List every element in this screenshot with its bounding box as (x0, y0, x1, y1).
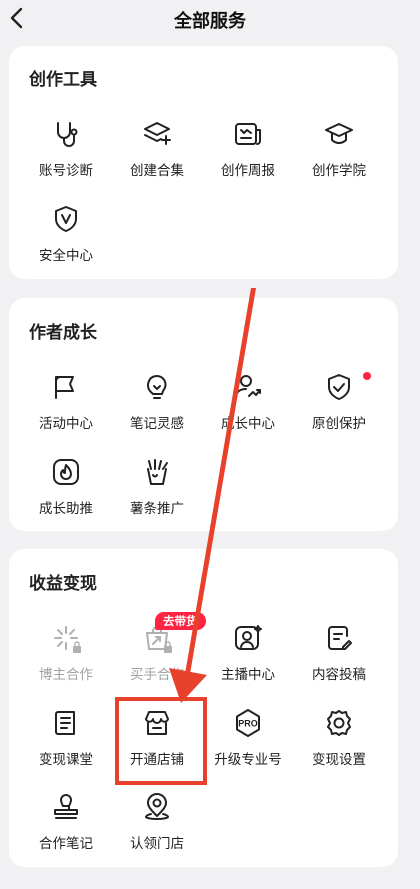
stack-add-icon (142, 119, 172, 149)
service-original-protection[interactable]: 原创保护 (291, 372, 387, 452)
shield-check-icon (324, 372, 354, 402)
doc-edit-icon (324, 623, 354, 653)
service-anchor-center[interactable]: 主播中心 (200, 623, 296, 703)
section-title: 收益变现 (29, 574, 97, 594)
gear-icon (324, 708, 354, 738)
service-creation-academy[interactable]: 创作学院 (291, 119, 387, 199)
service-account-diagnosis[interactable]: 账号诊断 (18, 119, 114, 199)
section-title: 创作工具 (29, 70, 97, 90)
service-content-submission[interactable]: 内容投稿 (291, 623, 387, 703)
lock-icon (164, 641, 172, 653)
service-create-collection[interactable]: 创建合集 (109, 119, 205, 199)
service-growth-boost[interactable]: 成长助推 (18, 457, 114, 537)
promo-badge: 去带货 (155, 612, 206, 630)
service-cooperation-notes[interactable]: 合作笔记 (18, 792, 114, 872)
stethoscope-icon (51, 119, 81, 149)
report-icon (233, 119, 263, 149)
storefront-icon (142, 708, 172, 738)
graduation-cap-icon (324, 119, 354, 149)
lock-icon (73, 641, 81, 653)
section-monetization: 收益变现 博主合作 去带货 买手合作 主播中心 内容投稿 变现课堂 开通店铺 P… (9, 549, 398, 867)
svg-text:PRO: PRO (238, 719, 258, 729)
fries-icon (142, 457, 172, 487)
top-bar: 全部服务 (0, 0, 420, 40)
service-note-inspiration[interactable]: 笔记灵感 (109, 372, 205, 452)
service-weekly-report[interactable]: 创作周报 (200, 119, 296, 199)
location-pin-icon (142, 792, 172, 822)
service-blogger-cooperation[interactable]: 博主合作 (18, 623, 114, 703)
user-growth-icon (233, 372, 263, 402)
flag-icon (51, 372, 81, 402)
service-open-store[interactable]: 开通店铺 (109, 708, 205, 788)
service-monetization-settings[interactable]: 变现设置 (291, 708, 387, 788)
service-growth-center[interactable]: 成长中心 (200, 372, 296, 452)
service-monetization-class[interactable]: 变现课堂 (18, 708, 114, 788)
page-title: 全部服务 (174, 11, 246, 32)
lightbulb-icon (142, 372, 172, 402)
flame-icon (51, 457, 81, 487)
stamp-icon (51, 792, 81, 822)
service-fries-promotion[interactable]: 薯条推广 (109, 457, 205, 537)
notification-dot (363, 372, 371, 380)
notebook-icon (51, 708, 81, 738)
service-security-center[interactable]: 安全中心 (18, 204, 114, 284)
pro-badge-icon: PRO (233, 708, 263, 738)
section-title: 作者成长 (29, 323, 97, 343)
service-activity-center[interactable]: 活动中心 (18, 372, 114, 452)
section-creation-tools: 创作工具 账号诊断 创建合集 创作周报 创作学院 安全中心 (9, 46, 398, 279)
anchor-portrait-icon (233, 623, 263, 653)
service-buyer-cooperation[interactable]: 去带货 买手合作 (109, 612, 206, 703)
section-author-growth: 作者成长 活动中心 笔记灵感 成长中心 原创保护 成长助推 薯条推广 (9, 298, 398, 531)
service-claim-store[interactable]: 认领门店 (109, 792, 205, 872)
shield-v-icon (51, 204, 81, 234)
service-upgrade-professional[interactable]: PRO 升级专业号 (200, 708, 296, 788)
